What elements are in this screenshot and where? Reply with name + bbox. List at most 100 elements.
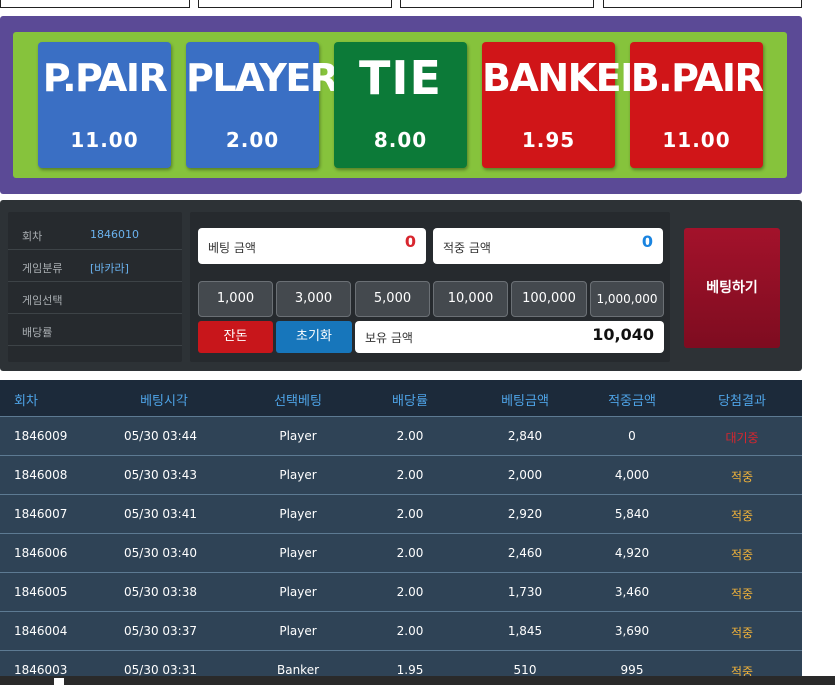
cell-selection: Banker (276, 663, 320, 676)
cell-bet-amount: 2,840 (507, 429, 543, 443)
cell-round: 1846008 (14, 468, 68, 482)
chip-5000-button[interactable]: 5,000 (355, 281, 430, 317)
column-header-round: 회차 (14, 394, 38, 409)
cell-selection: Player (279, 585, 317, 599)
info-row-odds: 배당률 (8, 316, 182, 346)
bet-option-name: B.PAIR (630, 56, 764, 100)
cell-bet-amount: 2,920 (507, 507, 543, 521)
cell-result: 적중 (730, 626, 754, 640)
taskbar (0, 676, 835, 685)
bet-option-player[interactable]: PLAYER 2.00 (186, 42, 339, 168)
top-tab-4[interactable] (603, 0, 802, 8)
top-tab-2[interactable] (198, 0, 392, 8)
cell-bet-time: 05/30 03:43 (124, 468, 197, 482)
cell-selection: Player (279, 624, 317, 638)
top-tab-1[interactable] (0, 0, 190, 8)
info-label: 게임분류 (22, 262, 63, 275)
page-margin (802, 0, 835, 676)
bet-option-p-pair[interactable]: P.PAIR 11.00 (38, 42, 171, 168)
chip-3000-button[interactable]: 3,000 (276, 281, 351, 317)
win-amount-field: 적중 금액 0 (433, 228, 663, 264)
cell-round: 1846004 (14, 624, 68, 638)
info-row-game-type: 게임분류 [바카라] (8, 252, 182, 282)
cell-odds: 2.00 (396, 429, 424, 443)
table-row[interactable]: 1846005 05/30 03:38 Player 2.00 1,730 3,… (0, 572, 802, 611)
bet-amount-value: 0 (404, 232, 416, 251)
balance-field: 보유 금액 10,040 (355, 321, 664, 353)
cell-bet-amount: 2,460 (507, 546, 543, 560)
table-row[interactable]: 1846003 05/30 03:31 Banker 1.95 510 995 … (0, 650, 802, 676)
cell-odds: 1.95 (396, 663, 424, 676)
bet-amount-field[interactable]: 베팅 금액 0 (198, 228, 426, 264)
cell-bet-amount: 510 (513, 663, 537, 676)
baccarat-betting-page: P.PAIR 11.00 PLAYER 2.00 TIE 8.00 BANKER… (0, 0, 835, 685)
top-tab-3[interactable] (400, 0, 594, 8)
cell-selection: Player (279, 507, 317, 521)
column-header-bet-amount: 베팅금액 (501, 394, 549, 409)
cell-bet-time: 05/30 03:41 (124, 507, 197, 521)
cell-round: 1846006 (14, 546, 68, 560)
table-row[interactable]: 1846006 05/30 03:40 Player 2.00 2,460 4,… (0, 533, 802, 572)
bet-option-name: BANKER (482, 56, 649, 100)
chip-1000-button[interactable]: 1,000 (198, 281, 273, 317)
cell-bet-time: 05/30 03:38 (124, 585, 197, 599)
info-row-game-select: 게임선택 (8, 284, 182, 314)
cell-bet-amount: 2,000 (507, 468, 543, 482)
bet-option-tie[interactable]: TIE 8.00 (334, 42, 467, 168)
table-row[interactable]: 1846009 05/30 03:44 Player 2.00 2,840 0 … (0, 416, 802, 455)
info-label: 게임선택 (22, 294, 63, 307)
bet-option-name: TIE (359, 51, 442, 105)
bet-option-name: P.PAIR (42, 56, 168, 100)
cell-win-amount: 995 (620, 663, 644, 676)
cell-selection: Player (279, 468, 317, 482)
column-header-win-amount: 적중금액 (608, 394, 656, 409)
bet-option-odd: 2.00 (225, 128, 280, 152)
bet-option-odd: 11.00 (662, 128, 731, 152)
chip-1000000-button[interactable]: 1,000,000 (590, 281, 664, 317)
cell-round: 1846003 (14, 663, 68, 676)
taskbar-icon[interactable] (54, 678, 64, 685)
reset-button[interactable]: 초기화 (276, 321, 352, 353)
info-value: [바카라] (90, 262, 129, 275)
info-label: 회차 (22, 230, 43, 243)
bet-option-odd: 1.95 (521, 128, 576, 152)
bet-option-banker[interactable]: BANKER 1.95 (482, 42, 649, 168)
cell-win-amount: 3,460 (614, 585, 650, 599)
info-value: 1846010 (90, 228, 139, 241)
cell-bet-amount: 1,845 (507, 624, 543, 638)
cell-bet-amount: 1,730 (507, 585, 543, 599)
table-row[interactable]: 1846008 05/30 03:43 Player 2.00 2,000 4,… (0, 455, 802, 494)
cell-round: 1846009 (14, 429, 68, 443)
cell-win-amount: 4,000 (614, 468, 650, 482)
table-row[interactable]: 1846007 05/30 03:41 Player 2.00 2,920 5,… (0, 494, 802, 533)
chip-10000-button[interactable]: 10,000 (433, 281, 508, 317)
cell-win-amount: 5,840 (614, 507, 650, 521)
bet-option-panel: P.PAIR 11.00 PLAYER 2.00 TIE 8.00 BANKER… (0, 16, 802, 194)
cell-result: 적중 (730, 548, 754, 562)
place-bet-button[interactable]: 베팅하기 (684, 228, 780, 348)
info-label: 배당률 (22, 326, 53, 339)
cell-bet-time: 05/30 03:37 (124, 624, 197, 638)
win-amount-value: 0 (641, 232, 653, 251)
cell-result: 적중 (730, 587, 754, 601)
cell-win-amount: 0 (628, 429, 636, 443)
cell-result: 적중 (730, 665, 754, 676)
cell-round: 1846007 (14, 507, 68, 521)
balance-label: 보유 금액 (365, 331, 413, 345)
top-tab-strip (0, 0, 835, 8)
small-change-button[interactable]: 잔돈 (198, 321, 273, 353)
cell-odds: 2.00 (396, 585, 424, 599)
bet-option-odd: 8.00 (373, 128, 428, 152)
chip-100000-button[interactable]: 100,000 (511, 281, 587, 317)
cell-result: 대기중 (725, 431, 759, 445)
bet-option-b-pair[interactable]: B.PAIR 11.00 (630, 42, 764, 168)
cell-win-amount: 3,690 (614, 624, 650, 638)
bet-history-table: 회차 베팅시각 선택베팅 배당률 베팅금액 적중금액 당첨결과 1846009 … (0, 380, 802, 676)
cell-selection: Player (279, 429, 317, 443)
cell-selection: Player (279, 546, 317, 560)
column-header-odds: 배당률 (392, 394, 428, 409)
table-row[interactable]: 1846004 05/30 03:37 Player 2.00 1,845 3,… (0, 611, 802, 650)
column-header-selection: 선택베팅 (274, 394, 322, 409)
cell-bet-time: 05/30 03:44 (124, 429, 197, 443)
cell-odds: 2.00 (396, 546, 424, 560)
